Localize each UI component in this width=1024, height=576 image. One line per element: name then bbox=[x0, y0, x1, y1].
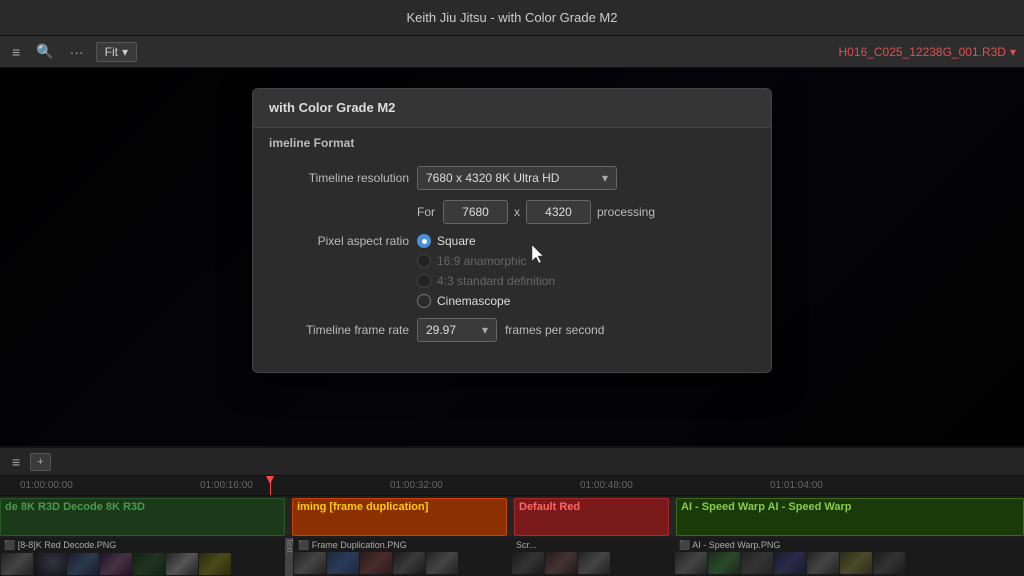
timeline-controls: ≡ + bbox=[0, 448, 1024, 476]
filename-display: H016_C025_12238G_001.R3D ▾ bbox=[839, 45, 1017, 59]
clip-default-red[interactable]: Default Red bbox=[514, 498, 669, 536]
thumb-dup-1 bbox=[294, 552, 326, 574]
clip-r3d[interactable]: de 8K R3D Decode 8K R3D bbox=[0, 498, 285, 536]
radio-169-dot bbox=[417, 254, 431, 268]
radio-cinemascope-dot bbox=[417, 294, 431, 308]
resolution-row: Timeline resolution 7680 x 4320 8K Ultra… bbox=[269, 166, 755, 190]
radio-169[interactable]: 16:9 anamorphic bbox=[417, 254, 555, 268]
height-input[interactable] bbox=[526, 200, 591, 224]
radio-square[interactable]: Square bbox=[417, 234, 555, 248]
thumb-ai-2 bbox=[708, 552, 740, 574]
frame-rate-label: Timeline frame rate bbox=[269, 323, 409, 337]
ruler-time-3: 01:00:48:00 bbox=[580, 480, 633, 491]
video-track-1: de 8K R3D Decode 8K R3D iming [frame dup… bbox=[0, 498, 1024, 536]
frame-rate-row: Timeline frame rate 29.97 ▾ frames per s… bbox=[269, 318, 755, 342]
radio-cinemascope[interactable]: Cinemascope bbox=[417, 294, 555, 308]
modal-body: Timeline resolution 7680 x 4320 8K Ultra… bbox=[253, 154, 771, 372]
pixel-aspect-row: Pixel aspect ratio Square 16:9 anamorphi… bbox=[269, 234, 755, 308]
processing-row: For x processing bbox=[269, 200, 755, 224]
radio-cinemascope-label: Cinemascope bbox=[437, 294, 510, 308]
thumb-scr-3 bbox=[578, 552, 610, 574]
radio-square-dot bbox=[417, 234, 431, 248]
thumb-7 bbox=[199, 553, 231, 575]
thumb-3 bbox=[67, 553, 99, 575]
title-bar: Keith Jiu Jitsu - with Color Grade M2 bbox=[0, 0, 1024, 36]
thumb-dup-5 bbox=[426, 552, 458, 574]
thumb-label-r3d: ⬛ [8-8]K Red Decode.PNG bbox=[4, 540, 116, 551]
radio-169-label: 16:9 anamorphic bbox=[437, 254, 526, 268]
modal-header: with Color Grade M2 bbox=[253, 89, 771, 128]
toolbar: ≡ 🔍 ··· Fit ▾ H016_C025_12238G_001.R3D ▾ bbox=[0, 36, 1024, 68]
thumb-5 bbox=[133, 553, 165, 575]
video-track-2: ⬛ [8-8]K Red Decode.PNG Text ⬛ Frame Dup… bbox=[0, 538, 1024, 576]
ruler-time-0: 01:00:00:00 bbox=[20, 480, 73, 491]
thumb-ai-7 bbox=[873, 552, 905, 574]
clip-ai-speed-label: AI - Speed Warp AI - Speed Warp bbox=[681, 501, 852, 513]
modal-overlay: with Color Grade M2 imeline Format Timel… bbox=[0, 68, 1024, 446]
clip-r3d-label: de 8K R3D Decode 8K R3D bbox=[5, 501, 145, 513]
resolution-label: Timeline resolution bbox=[269, 171, 409, 185]
search-icon[interactable]: 🔍 bbox=[32, 41, 57, 62]
video-preview: with Color Grade M2 imeline Format Timel… bbox=[0, 68, 1024, 446]
thumb-ai-6 bbox=[840, 552, 872, 574]
thumb-ai-1 bbox=[675, 552, 707, 574]
radio-43-dot bbox=[417, 274, 431, 288]
playhead[interactable] bbox=[270, 476, 271, 495]
clip-frame-dup[interactable]: iming [frame duplication] bbox=[292, 498, 507, 536]
timeline-tracks: de 8K R3D Decode 8K R3D iming [frame dup… bbox=[0, 496, 1024, 576]
thumbnail-section-dup: ⬛ Frame Duplication.PNG bbox=[294, 538, 509, 576]
timeline-area: ≡ + 01:00:00:00 01:00:16:00 01:00:32:00 … bbox=[0, 446, 1024, 576]
width-input[interactable] bbox=[443, 200, 508, 224]
clip-ai-speed[interactable]: AI - Speed Warp AI - Speed Warp bbox=[676, 498, 1024, 536]
project-settings-modal: with Color Grade M2 imeline Format Timel… bbox=[252, 88, 772, 373]
thumb-6 bbox=[166, 553, 198, 575]
thumb-1 bbox=[1, 553, 33, 575]
thumb-scr-1 bbox=[512, 552, 544, 574]
thumbnail-section-ai: ⬛ AI - Speed Warp.PNG bbox=[675, 538, 1024, 576]
text-separator: Text bbox=[285, 538, 293, 576]
pixel-aspect-label: Pixel aspect ratio bbox=[269, 234, 409, 248]
thumb-4 bbox=[100, 553, 132, 575]
timeline-ruler: 01:00:00:00 01:00:16:00 01:00:32:00 01:0… bbox=[0, 476, 1024, 496]
thumb-2 bbox=[34, 553, 66, 575]
app-title: Keith Jiu Jitsu - with Color Grade M2 bbox=[407, 10, 618, 25]
thumb-dup-2 bbox=[327, 552, 359, 574]
main-area: with Color Grade M2 imeline Format Timel… bbox=[0, 68, 1024, 446]
thumbnail-section-scr: Scr... bbox=[512, 538, 668, 576]
menu-icon[interactable]: ≡ bbox=[8, 42, 24, 62]
clip-default-red-label: Default Red bbox=[519, 501, 580, 513]
add-track-button[interactable]: + bbox=[30, 453, 50, 471]
modal-title: with Color Grade M2 bbox=[269, 100, 395, 115]
radio-43[interactable]: 4:3 standard definition bbox=[417, 274, 555, 288]
thumb-label-dup: ⬛ Frame Duplication.PNG bbox=[298, 540, 407, 551]
ruler-time-2: 01:00:32:00 bbox=[390, 480, 443, 491]
ruler-time-1: 01:00:16:00 bbox=[200, 480, 253, 491]
thumb-ai-5 bbox=[807, 552, 839, 574]
resolution-dropdown[interactable]: 7680 x 4320 8K Ultra HD ▾ bbox=[417, 166, 617, 190]
fit-dropdown[interactable]: Fit ▾ bbox=[96, 42, 137, 62]
radio-square-label: Square bbox=[437, 234, 476, 248]
thumb-ai-3 bbox=[741, 552, 773, 574]
thumb-ai-4 bbox=[774, 552, 806, 574]
thumb-dup-4 bbox=[393, 552, 425, 574]
radio-43-label: 4:3 standard definition bbox=[437, 274, 555, 288]
thumb-label-scr: Scr... bbox=[516, 540, 537, 550]
timeline-menu-icon[interactable]: ≡ bbox=[8, 452, 24, 472]
thumb-scr-2 bbox=[545, 552, 577, 574]
thumbnail-section-r3d: ⬛ [8-8]K Red Decode.PNG bbox=[0, 538, 285, 576]
clip-frame-dup-label: iming [frame duplication] bbox=[297, 501, 428, 513]
ruler-time-4: 01:01:04:00 bbox=[770, 480, 823, 491]
frame-rate-dropdown[interactable]: 29.97 ▾ bbox=[417, 318, 497, 342]
resolution-inputs: x processing bbox=[443, 200, 655, 224]
modal-section: imeline Format bbox=[253, 128, 771, 154]
thumb-label-ai: ⬛ AI - Speed Warp.PNG bbox=[679, 540, 780, 551]
pixel-aspect-options: Square 16:9 anamorphic 4:3 standard defi… bbox=[417, 234, 555, 308]
thumb-dup-3 bbox=[360, 552, 392, 574]
more-icon[interactable]: ··· bbox=[66, 42, 88, 62]
fps-label: frames per second bbox=[505, 323, 604, 337]
